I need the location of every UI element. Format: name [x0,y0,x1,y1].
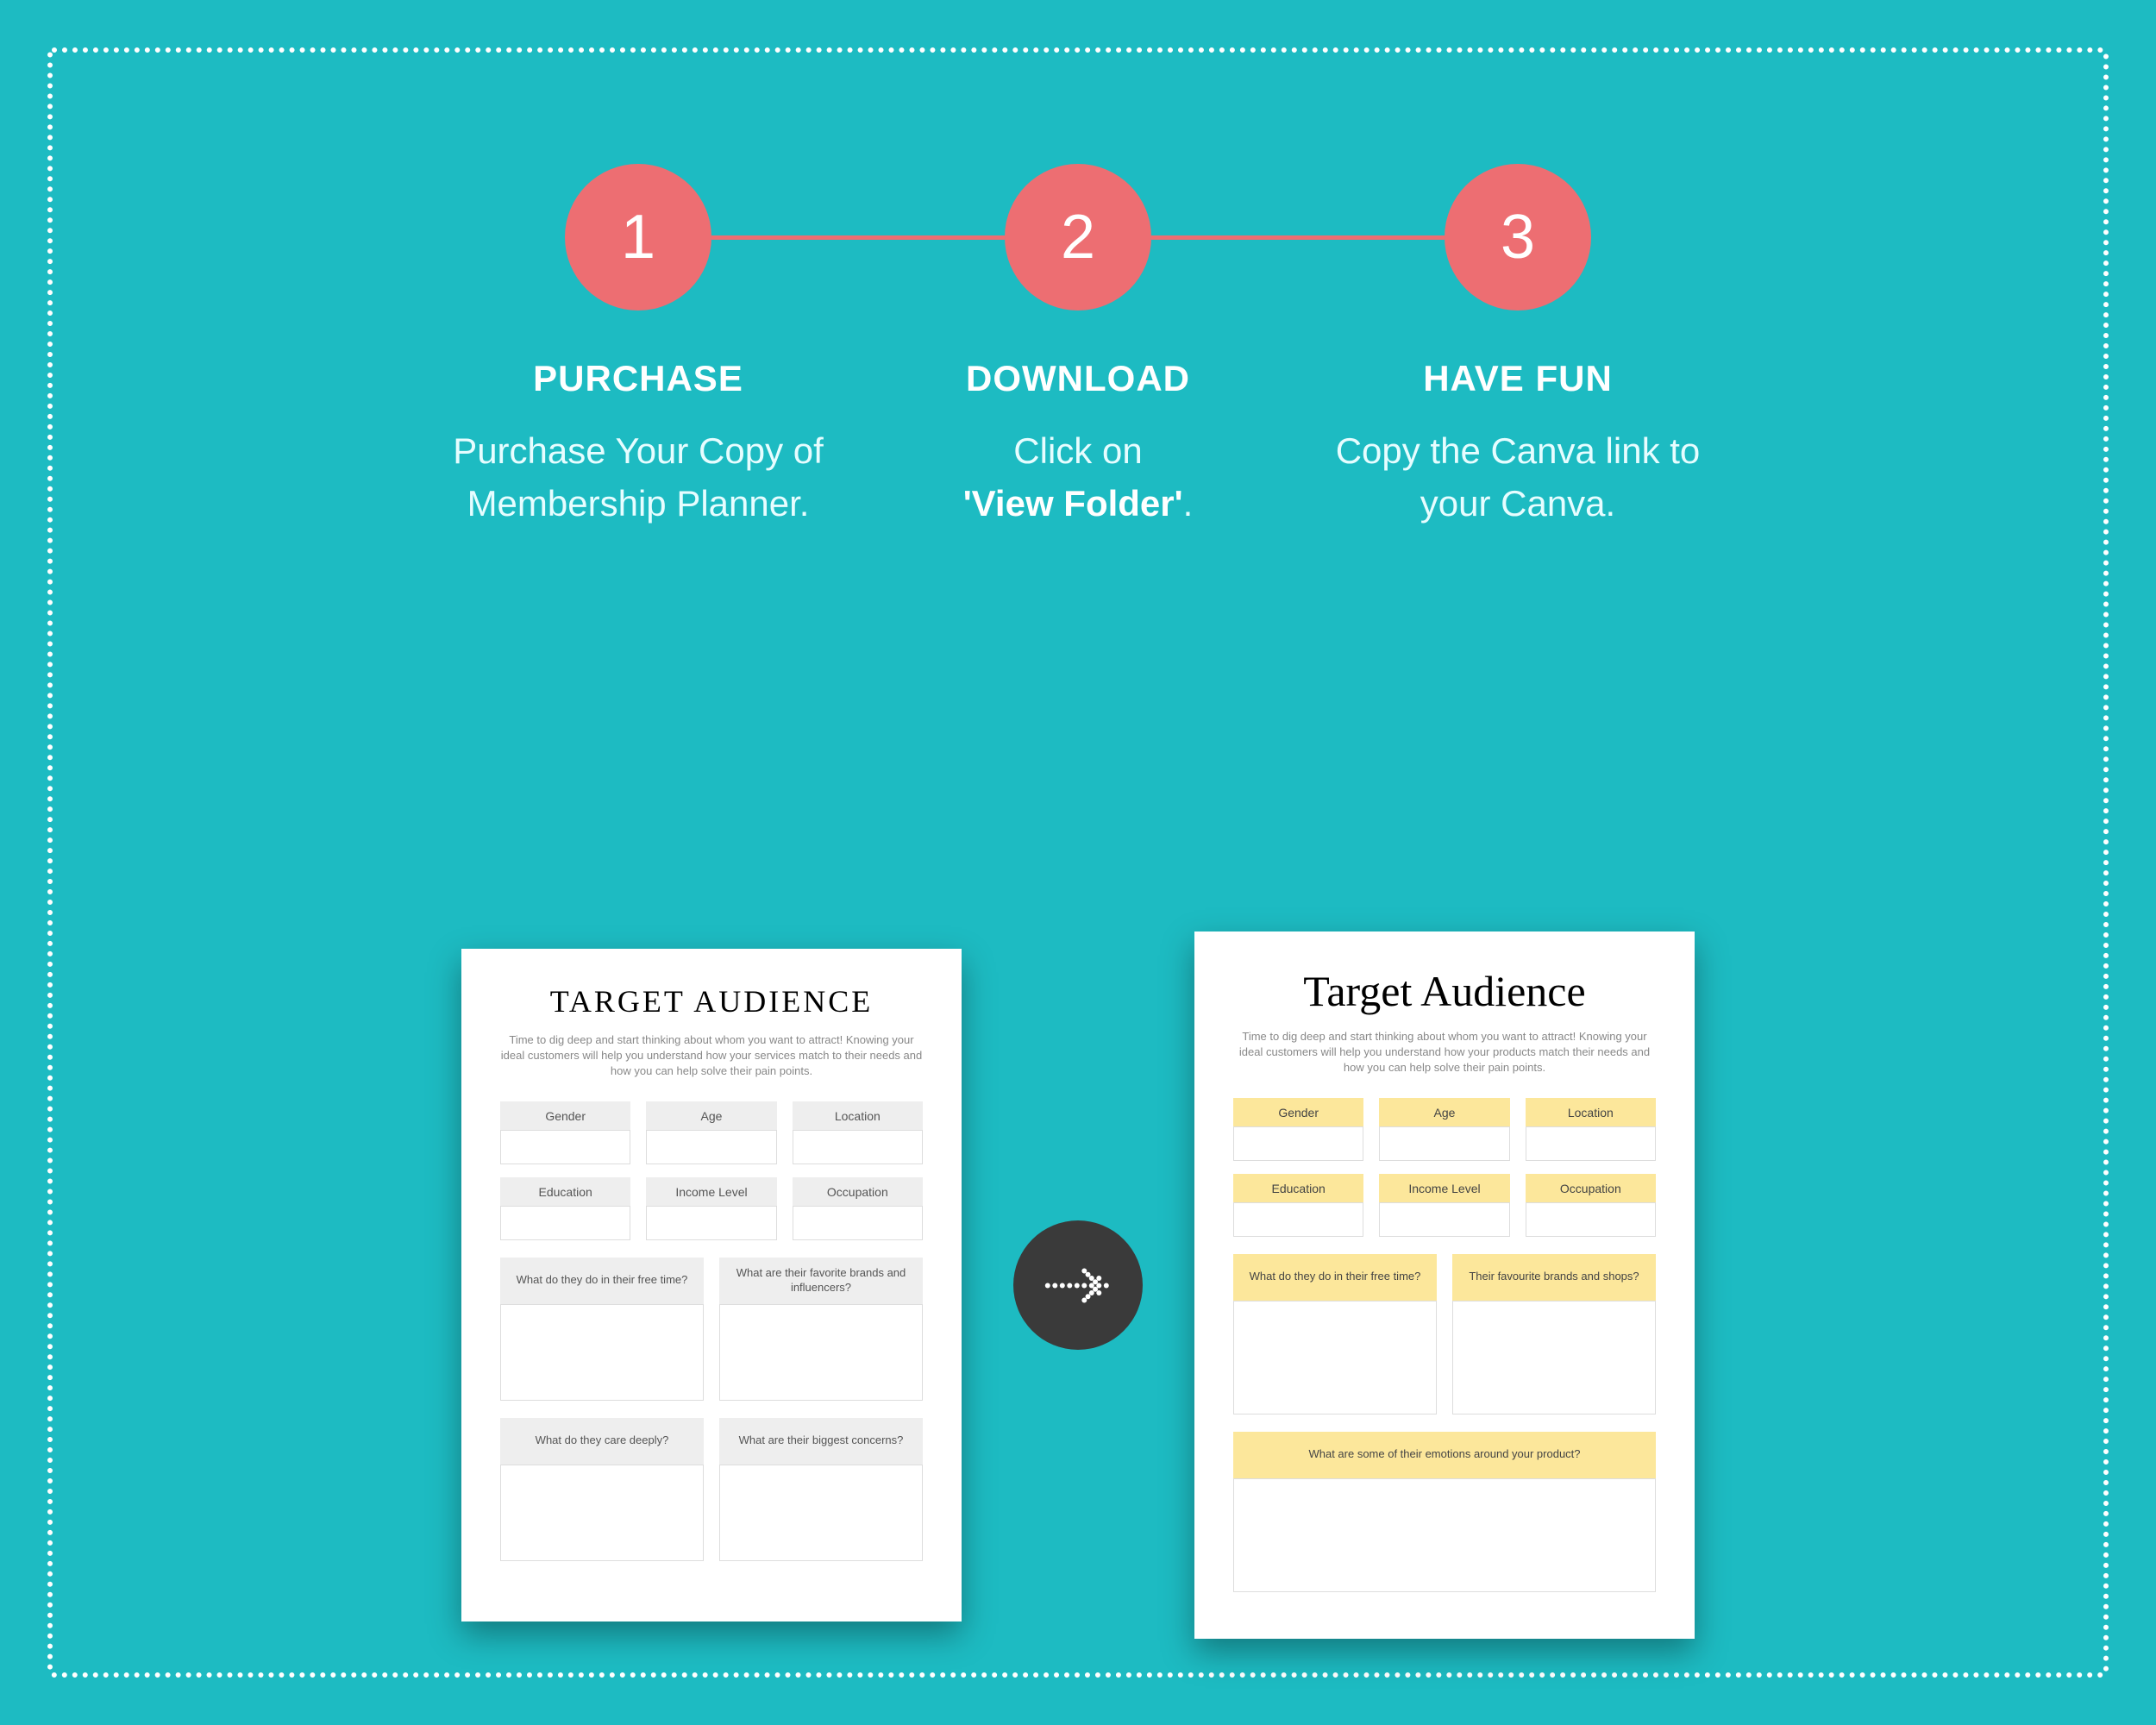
box-label: What do they do in their free time? [500,1258,704,1304]
arrow-icon [1013,1220,1143,1350]
preview-sheet-right: Target Audience Time to dig deep and sta… [1194,932,1695,1639]
step-1-col: PURCHASE Purchase Your Copy of Membershi… [418,358,858,530]
field-label: Age [646,1101,776,1131]
field-label: Location [1526,1098,1656,1127]
step-3-circle: 3 [1445,164,1591,310]
box-input [500,1465,704,1561]
step-3-title: HAVE FUN [1298,358,1738,399]
box-label: Their favourite brands and shops? [1452,1254,1656,1301]
sheet-left-boxes-row1: What do they do in their free time? What… [500,1258,923,1401]
step-3-col: HAVE FUN Copy the Canva link to your Can… [1298,358,1738,530]
field-label: Occupation [1526,1174,1656,1203]
box-input [1452,1301,1656,1414]
field-label: Income Level [646,1177,776,1207]
sheet-left-intro: Time to dig deep and start thinking abou… [500,1032,923,1080]
main-content: 1 2 3 PURCHASE Purchase Your Copy of Mem… [0,164,2156,530]
sheet-right-fields-row1: Gender Age Location [1233,1098,1656,1161]
field-label: Location [793,1101,923,1131]
step-2-title: DOWNLOAD [858,358,1298,399]
sheet-right-intro: Time to dig deep and start thinking abou… [1233,1029,1656,1076]
sheet-right-fields-row2: Education Income Level Occupation [1233,1174,1656,1237]
field-input [1379,1202,1509,1237]
field-label: Gender [1233,1098,1363,1127]
field-input [1233,1126,1363,1161]
step-2-desc: Click on 'View Folder'. [858,425,1298,530]
box-label: What do they care deeply? [500,1418,704,1465]
step-2-desc-post: . [1183,483,1194,524]
box-label: What do they do in their free time? [1233,1254,1437,1301]
sheet-left-heading: TARGET AUDIENCE [500,983,923,1019]
sheet-left-boxes-row2: What do they care deeply? What are their… [500,1418,923,1561]
field-input [1379,1126,1509,1161]
step-line-2 [1151,235,1445,240]
step-1-desc: Purchase Your Copy of Membership Planner… [418,425,858,530]
sheet-right-boxes-row1: What do they do in their free time? Thei… [1233,1254,1656,1414]
field-label: Occupation [793,1177,923,1207]
field-input [646,1130,776,1164]
step-2-desc-pre: Click on [1013,430,1142,471]
sheet-left-fields-row2: Education Income Level Occupation [500,1177,923,1240]
sheet-right-heading: Target Audience [1286,966,1602,1016]
step-2-desc-bold: 'View Folder' [963,483,1183,524]
step-1-circle: 1 [565,164,711,310]
previews-row: TARGET AUDIENCE Time to dig deep and sta… [0,932,2156,1639]
sheet-right-full-box: What are some of their emotions around y… [1233,1432,1656,1592]
step-labels: PURCHASE Purchase Your Copy of Membershi… [0,358,2156,530]
field-label: Education [1233,1174,1363,1203]
box-label: What are some of their emotions around y… [1233,1432,1656,1478]
box-input [500,1304,704,1401]
box-input [719,1304,923,1401]
box-input [1233,1301,1437,1414]
stepper: 1 2 3 [0,164,2156,310]
step-line-1 [711,235,1005,240]
box-label: What are their biggest concerns? [719,1418,923,1465]
field-input [1233,1202,1363,1237]
field-input [793,1206,923,1240]
field-input [793,1130,923,1164]
field-input [646,1206,776,1240]
box-input [1233,1478,1656,1592]
field-label: Gender [500,1101,630,1131]
field-input [1526,1202,1656,1237]
field-input [500,1130,630,1164]
box-label: What are their favorite brands and influ… [719,1258,923,1304]
field-input [500,1206,630,1240]
step-3-desc: Copy the Canva link to your Canva. [1298,425,1738,530]
field-label: Education [500,1177,630,1207]
field-label: Income Level [1379,1174,1509,1203]
field-label: Age [1379,1098,1509,1127]
field-input [1526,1126,1656,1161]
preview-sheet-left: TARGET AUDIENCE Time to dig deep and sta… [461,949,962,1622]
step-1-title: PURCHASE [418,358,858,399]
step-2-circle: 2 [1005,164,1151,310]
box-input [719,1465,923,1561]
sheet-left-fields-row1: Gender Age Location [500,1101,923,1164]
step-2-col: DOWNLOAD Click on 'View Folder'. [858,358,1298,530]
